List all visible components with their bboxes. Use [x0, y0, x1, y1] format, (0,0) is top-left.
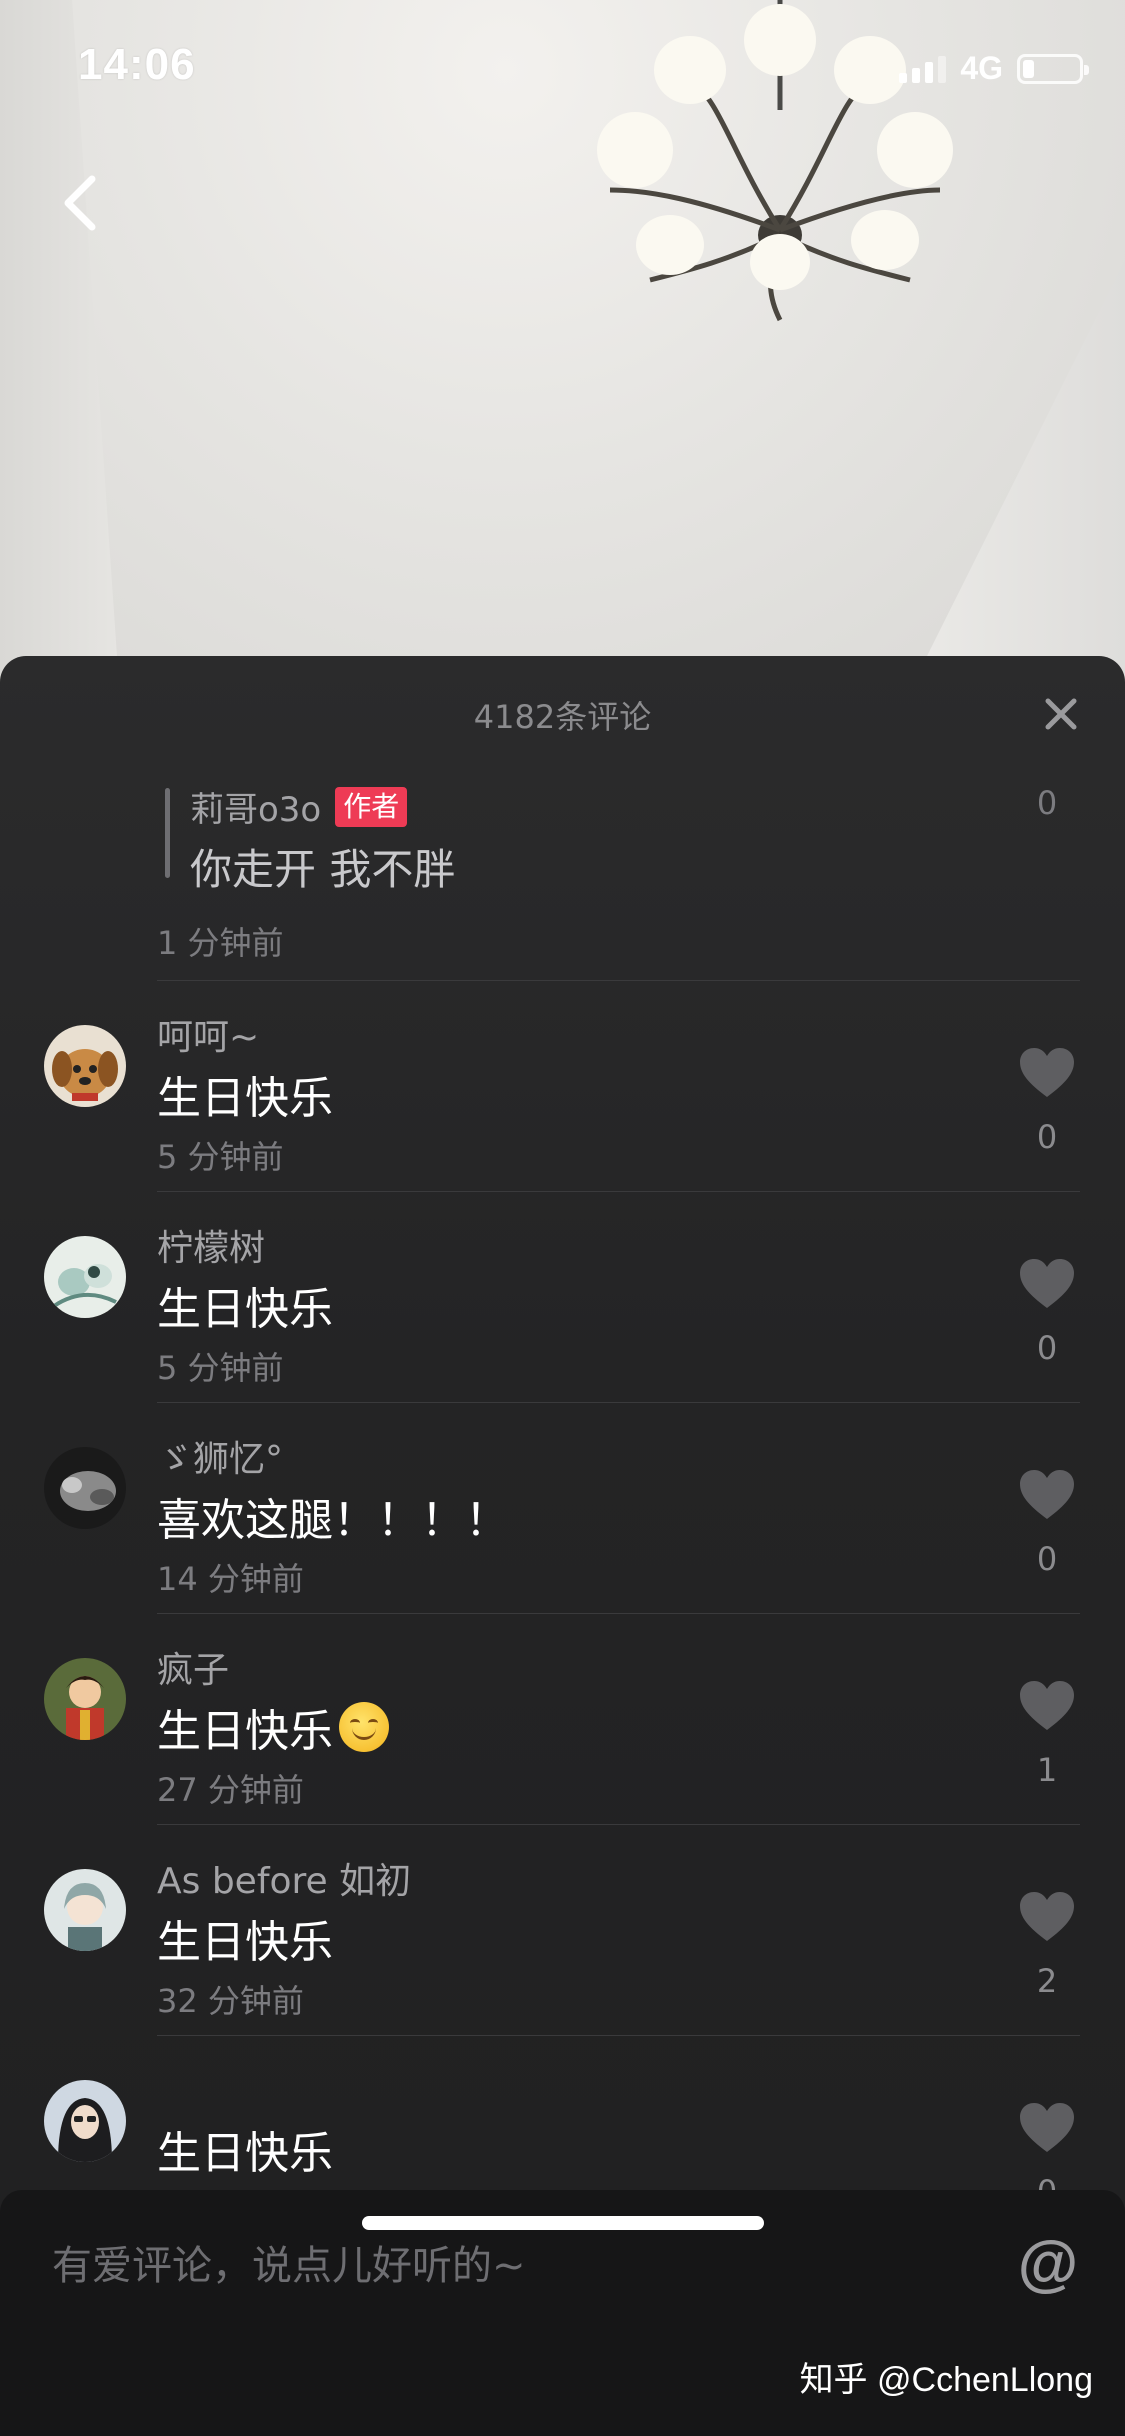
like-button[interactable] [1009, 1882, 1085, 1952]
heart-icon [1020, 1470, 1074, 1519]
author-badge: 作者 [335, 786, 408, 827]
heart-icon [1020, 1892, 1074, 1941]
anime-avatar[interactable] [44, 1869, 126, 1951]
dog-avatar-image [44, 1025, 126, 1107]
battery-icon [1017, 53, 1089, 84]
sheet-header: 4182条评论 [0, 656, 1125, 768]
comment-input[interactable] [52, 2236, 952, 2296]
dark-animal-avatar[interactable] [44, 1447, 126, 1529]
at-icon: @ [1017, 2228, 1079, 2298]
like-button[interactable] [1009, 1671, 1085, 1741]
comment-time: 5 分钟前 [157, 1349, 284, 1387]
reply-author-name[interactable]: 莉哥o3o [190, 782, 321, 831]
heart-icon [1020, 1681, 1074, 1730]
like-count: 1 [1036, 1751, 1058, 1789]
comment-time: 14 分钟前 [157, 1560, 304, 1598]
battery-level [1023, 59, 1034, 78]
smiling-face-emoji [339, 1702, 389, 1752]
girl-avatar[interactable] [44, 2080, 126, 2162]
like-count: 0 [1036, 1540, 1058, 1578]
heart-icon [1020, 2103, 1074, 2152]
signal-icon [899, 55, 947, 83]
comment-time: 27 分钟前 [157, 1771, 304, 1809]
comment-text-content: 生日快乐 [157, 1284, 333, 1335]
divider [157, 1402, 1080, 1403]
comment-username[interactable]: ゞ狮忆° [157, 1430, 283, 1482]
reply-time: 1 分钟前 [157, 924, 284, 962]
watermark: 知乎 @CchenLlong [799, 2361, 1093, 2399]
comment-username[interactable]: 疯子 [157, 1641, 229, 1693]
comment-item[interactable]: ゞ狮忆° 喜欢这腿！！！！ 14 分钟前 0 [0, 1402, 1125, 1613]
reply-like-count: 0 [1036, 784, 1058, 822]
comment-text: 生日快乐 [157, 1273, 333, 1337]
divider [157, 1613, 1080, 1614]
home-indicator[interactable] [362, 2216, 764, 2230]
divider [157, 980, 1080, 981]
comment-text: 生日快乐 [157, 2117, 333, 2181]
comment-item[interactable]: 疯子 生日快乐 27 分钟前 1 [0, 1613, 1125, 1824]
like-button[interactable] [1009, 2093, 1085, 2163]
close-icon [1045, 698, 1077, 730]
like-count: 0 [1036, 1329, 1058, 1367]
like-button[interactable] [1009, 1249, 1085, 1319]
comment-text: 喜欢这腿！！！！ [157, 1484, 509, 1548]
comment-count-title: 4182条评论 [473, 698, 652, 736]
divider [157, 1191, 1080, 1192]
girl-avatar-image [44, 2080, 126, 2162]
comment-text: 生日快乐 [157, 1906, 333, 1970]
mention-button[interactable]: @ [1013, 2228, 1083, 2298]
author-reply[interactable]: 莉哥o3o 作者 你走开 我不胖 1 分钟前 0 [0, 768, 1125, 968]
cartoon-avatar[interactable] [44, 1658, 126, 1740]
comment-username[interactable]: As before 如初 [157, 1852, 411, 1904]
like-count: 2 [1036, 1962, 1058, 2000]
comment-username[interactable]: 呵呵~ [157, 1008, 259, 1060]
comment-text-content: 生日快乐 [157, 1073, 333, 1124]
chevron-left-icon [64, 175, 96, 231]
illustration-avatar-image [44, 1236, 126, 1318]
dog-avatar[interactable] [44, 1025, 126, 1107]
back-button[interactable] [50, 168, 110, 238]
status-time: 14:06 [78, 40, 196, 89]
reply-quote-bar [165, 788, 170, 878]
comment-time: 5 分钟前 [157, 1138, 284, 1176]
status-bar: 14:06 4G [0, 0, 1125, 140]
comment-text: 生日快乐 [157, 1062, 333, 1126]
illustration-avatar[interactable] [44, 1236, 126, 1318]
reply-text: 你走开 我不胖 [190, 845, 456, 894]
divider [157, 2035, 1080, 2036]
close-button[interactable] [1037, 690, 1085, 738]
status-indicators: 4G [899, 50, 1089, 87]
comment-username[interactable]: 柠檬树 [157, 1219, 265, 1271]
heart-icon [1020, 1259, 1074, 1308]
reply-author: 莉哥o3o 作者 [190, 782, 408, 831]
network-type: 4G [960, 50, 1003, 86]
like-button[interactable] [1009, 1460, 1085, 1530]
comment-time: 32 分钟前 [157, 1982, 304, 2020]
cartoon-avatar-image [44, 1658, 126, 1740]
comment-text-content: 生日快乐 [157, 1917, 333, 1968]
comment-item[interactable]: 柠檬树 生日快乐 5 分钟前 0 [0, 1191, 1125, 1402]
comment-item[interactable]: As before 如初 生日快乐 32 分钟前 2 [0, 1824, 1125, 2035]
comment-text-content: 生日快乐 [157, 1706, 333, 1757]
heart-icon [1020, 1048, 1074, 1097]
like-count: 0 [1036, 1118, 1058, 1156]
anime-avatar-image [44, 1869, 126, 1951]
dark-animal-avatar-image [44, 1447, 126, 1529]
comment-text-content: 喜欢这腿！！！！ [157, 1495, 509, 1546]
comment-text-content: 生日快乐 [157, 2128, 333, 2179]
comment-list: 呵呵~ 生日快乐 5 分钟前 0 柠檬树 生日快乐 5 分钟前 0 ゞ狮忆° 喜… [0, 980, 1125, 2246]
like-button[interactable] [1009, 1038, 1085, 1108]
divider [157, 1824, 1080, 1825]
comment-text: 生日快乐 [157, 1695, 389, 1759]
comment-sheet: 4182条评论 莉哥o3o 作者 你走开 我不胖 1 分钟前 0 呵呵~ 生日快… [0, 656, 1125, 2436]
comment-item[interactable]: 呵呵~ 生日快乐 5 分钟前 0 [0, 980, 1125, 1191]
